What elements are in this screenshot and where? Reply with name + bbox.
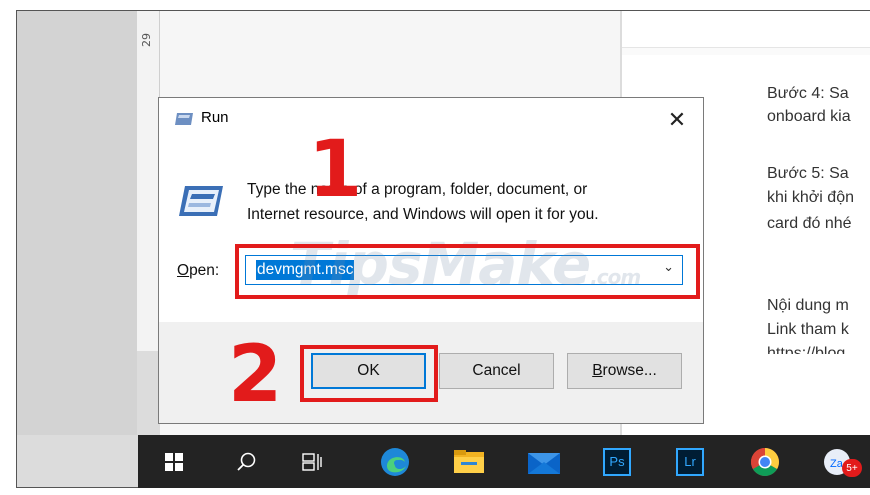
photoshop-icon[interactable]: Ps <box>588 435 646 488</box>
page-text-line: https://blog <box>767 345 846 354</box>
edge-icon[interactable] <box>366 435 424 488</box>
run-app-icon <box>175 113 193 125</box>
windows-start-icon[interactable] <box>145 435 203 488</box>
page-text-line: Bước 5: Sa <box>767 165 849 182</box>
description-line: Type the name of a program, folder, docu… <box>247 181 588 198</box>
page-text-line: Nội dung m <box>767 297 849 314</box>
run-description: Type the name of a program, folder, docu… <box>247 177 599 227</box>
page-text-line: Bước 4: Sa <box>767 85 849 102</box>
cancel-button[interactable]: Cancel <box>439 353 554 389</box>
open-label-mnemonic: O <box>177 262 190 279</box>
step-number-2: 2 <box>228 330 283 420</box>
file-explorer-icon[interactable] <box>440 435 498 488</box>
step-number-1: 1 <box>308 125 363 215</box>
highlight-box-open-field <box>235 244 700 299</box>
notification-badge: 5+ <box>842 459 862 477</box>
lightroom-icon[interactable]: Lr <box>661 435 719 488</box>
dialog-title: Run <box>201 109 229 126</box>
browse-label: rowse... <box>602 362 657 379</box>
vertical-ruler: 29 <box>137 11 160 351</box>
browse-button[interactable]: Browse... <box>567 353 682 389</box>
highlight-box-ok <box>300 345 438 402</box>
search-icon[interactable] <box>218 435 276 488</box>
ruler-number: 29 <box>140 33 153 47</box>
lightroom-label: Lr <box>676 447 704 476</box>
left-margin <box>17 11 137 435</box>
mail-icon[interactable] <box>515 435 573 488</box>
zalo-icon[interactable]: Za 5+ <box>810 435 868 488</box>
page-text-line: onboard kia <box>767 108 851 125</box>
open-label: Open: <box>177 262 219 280</box>
run-icon <box>179 186 223 216</box>
photoshop-label: Ps <box>603 447 631 476</box>
close-icon: ✕ <box>667 107 687 133</box>
page-text-line: khi khởi độn <box>767 189 854 206</box>
browse-mnemonic: B <box>592 362 603 379</box>
run-dialog-titlebar[interactable]: Run ✕ <box>159 98 703 140</box>
page-text-line: card đó nhé <box>767 215 852 232</box>
open-label-text: pen: <box>189 262 220 279</box>
taskbar: Ps Lr Za 5+ <box>138 435 870 488</box>
close-button[interactable]: ✕ <box>657 104 697 136</box>
page-text-line: Link tham k <box>767 321 849 338</box>
page-header-strip <box>622 11 870 48</box>
task-view-icon[interactable] <box>283 435 341 488</box>
description-line: Internet resource, and Windows will open… <box>247 206 599 223</box>
chrome-icon[interactable] <box>736 435 794 488</box>
